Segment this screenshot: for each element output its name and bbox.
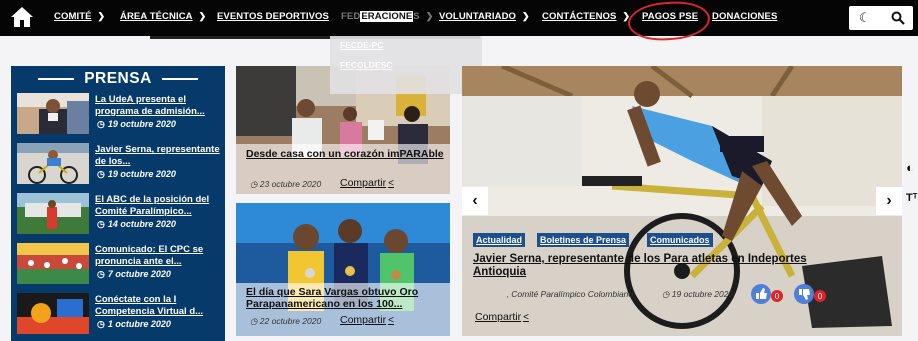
top-nav: COMITÉ ❯ ÁREA TÉCNICA ❯ EVENTOS DEPORTIVOS… <box>0 0 918 36</box>
news-thumbnail[interactable] <box>17 243 89 284</box>
clock-icon: ◷ <box>97 169 105 179</box>
home-icon[interactable] <box>10 6 34 28</box>
news-thumbnail[interactable] <box>17 143 89 184</box>
featured-title[interactable]: Javier Serna, representante de los Para … <box>473 253 853 279</box>
prensa-item-title[interactable]: Javier Serna, representante de los... <box>95 144 221 168</box>
reaction-count: 0 <box>818 292 823 301</box>
prensa-item[interactable]: El ABC de la posición del Comité Paralím… <box>17 193 223 237</box>
share-button[interactable]: Compartir < <box>475 311 529 323</box>
clock-icon: ◷ <box>97 219 105 229</box>
dislike-reaction-icon[interactable]: 0 <box>793 284 827 304</box>
submenu-item[interactable]: FECDE-PC <box>340 40 383 50</box>
featured-date: ◷ 19 octubre 2020 <box>662 289 734 299</box>
chevron-down-icon: ❯ <box>97 11 106 21</box>
prensa-item-title[interactable]: Conéctate con la I Competencia Virtual d… <box>95 294 221 318</box>
nav-item-voluntariado[interactable]: VOLUNTARIADO ❯ <box>439 11 530 22</box>
chevron-down-icon: ❯ <box>425 11 434 21</box>
news-card[interactable]: El día que Sara Vargas obtuvo Oro Parapa… <box>236 203 450 336</box>
chevron-right-icon: › <box>886 192 892 209</box>
like-reaction-icon[interactable]: 0 <box>750 284 784 304</box>
prensa-item-title[interactable]: Comunicado: El CPC se pronuncia ante el.… <box>95 244 221 268</box>
category-tag[interactable]: Boletines de Prensa <box>537 233 630 247</box>
prensa-item-title[interactable]: La UdeA presenta el programa de admisión… <box>95 94 221 118</box>
nav-item-contactenos[interactable]: CONTÁCTENOS ❯ <box>542 11 630 22</box>
clock-icon: ◷ <box>250 179 260 189</box>
news-thumbnail[interactable] <box>17 93 89 134</box>
prensa-panel: PRENSA La UdeA presenta el programa de a… <box>11 66 225 341</box>
prensa-item[interactable]: Conéctate con la I Competencia Virtual d… <box>17 293 223 337</box>
share-icon: < <box>388 178 394 189</box>
clock-icon: ◷ <box>662 289 672 299</box>
nav-tools: ☾ <box>849 6 913 30</box>
share-button[interactable]: Compartir < <box>340 314 394 326</box>
chevron-left-icon: ‹ <box>472 192 478 209</box>
prensa-item[interactable]: Javier Serna, representante de los... ◷ 1… <box>17 143 223 187</box>
prensa-heading: PRENSA <box>11 70 225 88</box>
nav-item-eventos-deportivos[interactable]: EVENTOS DEPORTIVOS <box>217 11 329 22</box>
chevron-down-icon: ❯ <box>198 11 207 21</box>
clock-icon: ◷ <box>97 319 105 329</box>
carousel-next-button[interactable]: › <box>876 187 902 215</box>
nav-item-area-tecnica[interactable]: ÁREA TÉCNICA ❯ <box>120 11 206 22</box>
nav-item-donaciones[interactable]: DONACIONES <box>712 11 777 22</box>
category-tag[interactable]: Actualidad <box>473 233 526 247</box>
clock-icon: ◷ <box>250 316 260 326</box>
prensa-item-date: ◷ 14 octubre 2020 <box>97 219 176 229</box>
prensa-item[interactable]: La UdeA presenta el programa de admisión… <box>17 93 223 137</box>
reaction-count: 0 <box>775 292 780 301</box>
news-thumbnail[interactable] <box>17 293 89 334</box>
news-card-date: ◷ 22 octubre 2020 <box>250 316 322 326</box>
category-tag[interactable]: Comunicados <box>647 233 713 247</box>
search-icon[interactable] <box>891 11 905 25</box>
news-thumbnail[interactable] <box>17 193 89 234</box>
news-card-title[interactable]: Desde casa con un corazón imPARAble <box>246 148 446 160</box>
clock-icon: ◷ <box>97 119 105 129</box>
font-size-icon[interactable]: Tᵀ <box>906 192 918 204</box>
carousel-prev-button[interactable]: ‹ <box>462 187 488 215</box>
prensa-item-date: ◷ 1 octubre 2020 <box>97 319 171 329</box>
clock-icon: ◷ <box>97 269 105 279</box>
share-icon: < <box>523 312 529 323</box>
share-button[interactable]: Compartir < <box>340 177 394 189</box>
news-card-date: ◷ 23 octubre 2020 <box>250 179 322 189</box>
prensa-item-title[interactable]: El ABC de la posición del Comité Paralím… <box>95 194 221 218</box>
news-card-title[interactable]: El día que Sara Vargas obtuvo Oro Parapa… <box>246 286 446 310</box>
submenu-item[interactable]: FECOLDESC <box>340 60 392 70</box>
moon-icon[interactable]: ☾ <box>859 10 871 26</box>
share-icon: < <box>388 315 394 326</box>
prensa-item-date: ◷ 7 octubre 2020 <box>97 269 171 279</box>
chevron-down-icon: ❯ <box>522 11 530 21</box>
contrast-toggle-icon[interactable]: ◐ <box>906 160 918 175</box>
federaciones-submenu: FECDE-PC FECOLDESC <box>330 36 482 94</box>
nav-item-federaciones[interactable]: FEDERACIONES ❯ <box>341 11 433 22</box>
prensa-item-date: ◷ 19 octubre 2020 <box>97 169 176 179</box>
prensa-item[interactable]: Comunicado: El CPC se pronuncia ante el.… <box>17 243 223 287</box>
nav-item-comite[interactable]: COMITÉ ❯ <box>54 11 105 22</box>
featured-author: ‚ Comité Paralímpico Colombiano <box>507 289 634 299</box>
prensa-item-date: ◷ 19 octubre 2020 <box>97 119 176 129</box>
